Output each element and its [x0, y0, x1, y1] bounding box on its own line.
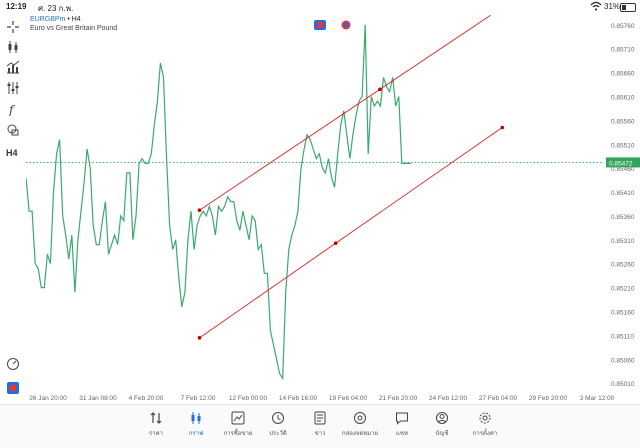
y-tick-label: 0.85660: [611, 71, 635, 78]
speedometer-icon[interactable]: [6, 357, 20, 371]
y-tick-label: 0.85310: [611, 238, 635, 245]
y-tick-label: 0.85710: [611, 47, 635, 54]
y-tick-label: 0.85360: [611, 214, 635, 221]
x-tick-label: 27 Feb 04:00: [479, 395, 518, 402]
x-tick-label: 21 Feb 20:00: [379, 395, 418, 402]
current-price-label: 0.85472: [609, 160, 633, 167]
left-toolbar: f H4: [0, 14, 26, 404]
nav-label: กล่องจดหมาย: [341, 431, 379, 437]
nav-label: กราฟ: [188, 431, 204, 437]
x-tick-label: 26 Jan 20:00: [29, 395, 67, 402]
y-tick-label: 0.85610: [611, 94, 635, 101]
chart-canvas[interactable]: 0.85760 0.85710 0.85660 0.85610 0.85560 0.855…: [25, 14, 640, 404]
trading-signal-icon[interactable]: [6, 381, 20, 395]
trendline-anchor[interactable]: [378, 87, 382, 92]
trendline-anchor[interactable]: [197, 336, 202, 340]
timeframe-h4-button[interactable]: H4: [6, 148, 18, 158]
trendline-1[interactable]: [199, 14, 491, 211]
trendline-2[interactable]: [199, 127, 503, 339]
history-icon: [272, 412, 284, 424]
x-tick-label: 3 Mar 12:00: [580, 395, 615, 402]
nav-label: ประวัติ: [269, 431, 287, 437]
x-tick-label: 29 Feb 20:00: [529, 395, 568, 402]
clock-time: 12:19: [6, 2, 27, 11]
bottom-navigation: ราคา กราฟ การซื้อขาย ประวัติ ข่าว กล่องจดหมาย…: [0, 404, 640, 448]
price-chart[interactable]: 0.85760 0.85710 0.85660 0.85610 0.85560 0.855…: [25, 14, 640, 404]
quotes-icon: [150, 412, 162, 424]
candlestick-icon[interactable]: [6, 40, 20, 54]
trendline-anchor[interactable]: [500, 125, 505, 130]
y-tick-label: 0.85260: [611, 262, 635, 269]
y-tick-label: 0.85510: [611, 142, 635, 149]
settings-icon: [479, 412, 491, 424]
y-tick-label: 0.85010: [611, 381, 635, 388]
nav-chart[interactable]: กราฟ: [172, 409, 220, 443]
price-line-series: [25, 24, 411, 381]
nav-label: บัญชี: [435, 431, 449, 437]
nav-settings[interactable]: การตั้งค่า: [461, 409, 509, 443]
y-tick-label: 0.85110: [611, 333, 634, 340]
nav-accounts[interactable]: บัญชี: [418, 409, 466, 443]
account-icon: [436, 412, 448, 424]
settings-sliders-icon[interactable]: [6, 81, 20, 95]
objects-icon[interactable]: [6, 123, 20, 137]
nav-history[interactable]: ประวัติ: [254, 409, 302, 443]
x-tick-label: 24 Feb 12:00: [429, 395, 468, 402]
x-tick-label: 14 Feb 16:00: [279, 395, 318, 402]
y-tick-label: 0.85210: [611, 286, 635, 293]
trendline-anchor[interactable]: [197, 208, 202, 213]
x-tick-label: 19 Feb 04:00: [329, 395, 368, 402]
svg-text:f: f: [8, 103, 16, 116]
y-tick-label: 0.85760: [611, 23, 635, 30]
x-tick-label: 7 Feb 12:00: [181, 395, 216, 402]
trendline-anchor[interactable]: [333, 241, 338, 245]
y-tick-label: 0.85410: [611, 190, 635, 197]
chart-icon: [191, 412, 201, 424]
crosshair-icon[interactable]: [6, 20, 20, 34]
status-bar: 12:19 ศ. 23 ก.พ. 31%: [0, 0, 640, 14]
nav-label: การตั้งค่า: [472, 431, 498, 437]
y-tick-label: 0.85560: [611, 118, 635, 125]
y-tick-label: 0.85060: [611, 357, 635, 364]
y-tick-label: 0.85160: [611, 310, 635, 317]
x-tick-label: 31 Jan 08:00: [79, 395, 117, 402]
chat-icon: [396, 412, 408, 425]
battery-icon: [620, 3, 636, 12]
x-tick-label: 4 Feb 20:00: [129, 395, 164, 402]
indicators-icon[interactable]: [6, 60, 20, 74]
news-icon: [314, 411, 326, 425]
nav-mailbox[interactable]: กล่องจดหมาย: [336, 409, 384, 443]
battery-percent: 31%: [604, 2, 621, 11]
trade-icon: [231, 411, 245, 425]
mail-icon: [354, 412, 366, 424]
function-icon[interactable]: f: [6, 102, 20, 116]
wifi-icon: [590, 1, 602, 11]
x-tick-label: 12 Feb 00:00: [229, 395, 268, 402]
